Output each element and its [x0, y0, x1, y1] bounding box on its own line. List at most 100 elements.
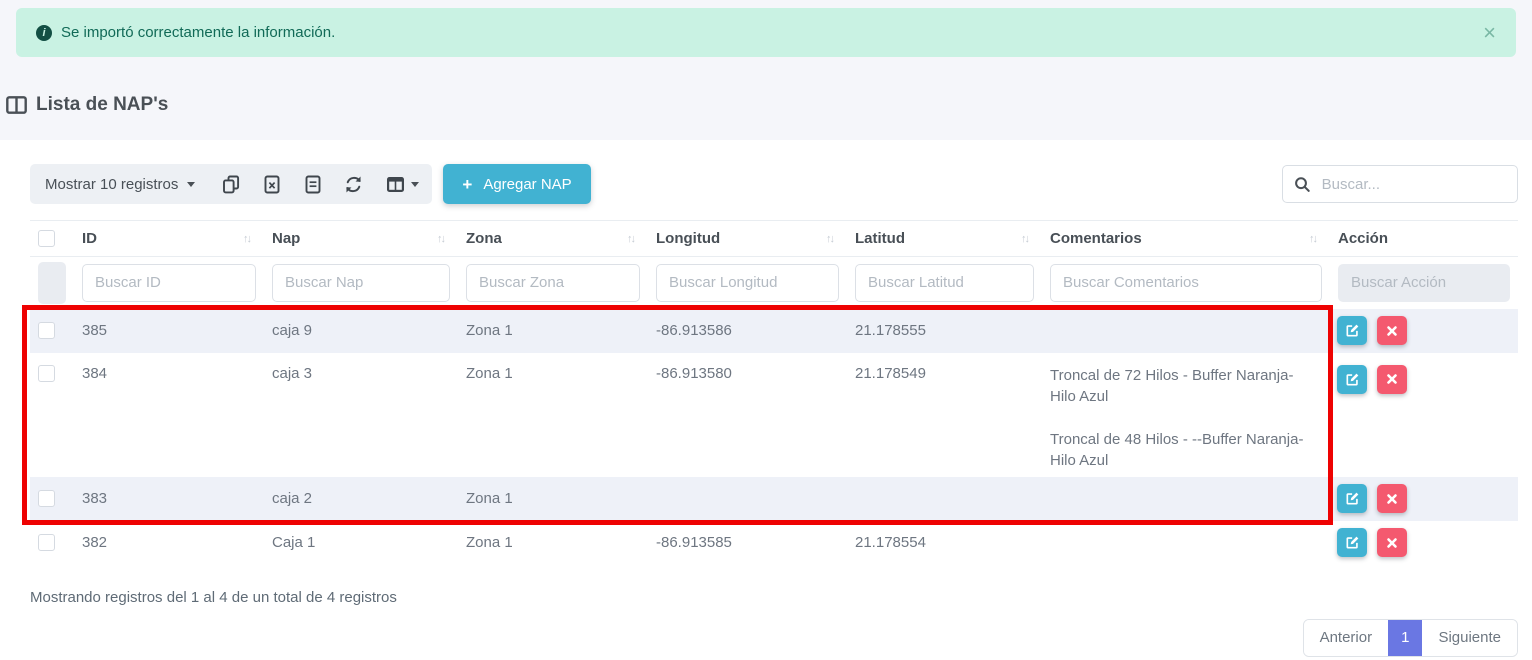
column-visibility-dropdown[interactable] [374, 164, 432, 204]
cell-zona: Zona 1 [458, 309, 648, 353]
header-nap[interactable]: Nap ↑↓ [264, 221, 458, 257]
delete-x-icon [1386, 537, 1398, 549]
pagination-next[interactable]: Siguiente [1422, 620, 1517, 656]
cell-longitud: -86.913580 [648, 353, 847, 477]
pagination-page-1[interactable]: 1 [1388, 620, 1422, 656]
edit-button[interactable] [1337, 528, 1367, 557]
edit-icon [1345, 535, 1360, 550]
edit-icon [1345, 323, 1360, 338]
cell-latitud: 21.178554 [847, 521, 1042, 565]
pagination-prev[interactable]: Anterior [1304, 620, 1389, 656]
toolbar: Mostrar 10 registros [30, 164, 1518, 204]
edit-icon [1345, 372, 1360, 387]
delete-button[interactable] [1377, 316, 1407, 345]
page-length-dropdown[interactable]: Mostrar 10 registros [30, 164, 210, 204]
select-all-checkbox[interactable] [38, 230, 55, 247]
cell-zona: Zona 1 [458, 477, 648, 521]
header-latitud[interactable]: Latitud ↑↓ [847, 221, 1042, 257]
alert-message: Se importó correctamente la información. [61, 24, 335, 41]
edit-button[interactable] [1337, 316, 1367, 345]
header-longitud[interactable]: Longitud ↑↓ [648, 221, 847, 257]
add-nap-button[interactable]: + Agregar NAP [443, 164, 590, 204]
filter-accion-input [1338, 264, 1510, 302]
cell-latitud [847, 477, 1042, 521]
delete-button[interactable] [1377, 528, 1407, 557]
page-title: Lista de NAP's [6, 90, 1532, 119]
cell-comentarios: Troncal de 72 Hilos - Buffer Naranja- Hi… [1042, 353, 1330, 477]
excel-export-button[interactable] [251, 164, 292, 204]
sort-icon: ↑↓ [243, 233, 250, 245]
add-nap-label: Agregar NAP [483, 176, 571, 193]
comment-line: Troncal de 72 Hilos - Buffer Naranja- Hi… [1050, 365, 1322, 407]
cell-accion [1330, 353, 1518, 477]
delete-button[interactable] [1377, 365, 1407, 394]
chevron-down-icon [411, 182, 419, 187]
cell-accion [1330, 477, 1518, 521]
info-circle-icon: i [36, 25, 52, 41]
records-summary: Mostrando registros del 1 al 4 de un tot… [30, 589, 1518, 606]
success-alert: i Se importó correctamente la informació… [16, 8, 1516, 57]
cell-nap: caja 2 [264, 477, 458, 521]
cell-comentarios [1042, 309, 1330, 353]
file-export-button[interactable] [292, 164, 333, 204]
select-all-header [30, 221, 74, 257]
delete-x-icon [1386, 325, 1398, 337]
row-checkbox[interactable] [38, 322, 55, 339]
info-icon-glyph: i [42, 27, 45, 39]
sort-icon: ↑↓ [437, 233, 444, 245]
cell-nap: Caja 1 [264, 521, 458, 565]
search-input[interactable] [1320, 175, 1506, 194]
row-checkbox[interactable] [38, 365, 55, 382]
table-header-row: ID ↑↓ Nap ↑↓ Zona ↑↓ Longitud ↑↓ Latitud… [30, 221, 1518, 257]
filter-nap-input[interactable] [272, 264, 450, 302]
pagination-row: Anterior 1 Siguiente [30, 619, 1518, 657]
filter-latitud-input[interactable] [855, 264, 1034, 302]
cell-longitud: -86.913586 [648, 309, 847, 353]
table-card: Mostrar 10 registros [0, 140, 1532, 660]
delete-x-icon [1386, 493, 1398, 505]
close-icon[interactable]: × [1483, 22, 1496, 44]
copy-button[interactable] [210, 164, 251, 204]
cell-nap: caja 3 [264, 353, 458, 477]
edit-button[interactable] [1337, 484, 1367, 513]
page-length-label: Mostrar 10 registros [45, 176, 178, 193]
row-checkbox[interactable] [38, 490, 55, 507]
copy-icon [222, 175, 240, 194]
filter-zona-input[interactable] [466, 264, 640, 302]
cell-latitud: 21.178555 [847, 309, 1042, 353]
magnifier-icon [1294, 175, 1311, 194]
header-accion: Acción [1330, 221, 1518, 257]
delete-button[interactable] [1377, 484, 1407, 513]
edit-button[interactable] [1337, 365, 1367, 394]
filter-blank-box [38, 262, 66, 304]
table-row: 383 caja 2 Zona 1 [30, 477, 1518, 521]
pagination: Anterior 1 Siguiente [1303, 619, 1518, 657]
global-search [1282, 165, 1518, 203]
plus-icon: + [462, 176, 472, 193]
page: i Se importó correctamente la informació… [0, 0, 1532, 660]
sort-icon: ↑↓ [1309, 233, 1316, 245]
file-icon [305, 175, 321, 194]
refresh-button[interactable] [333, 164, 374, 204]
header-zona[interactable]: Zona ↑↓ [458, 221, 648, 257]
comment-line: Troncal de 48 Hilos - --Buffer Naranja- … [1050, 429, 1322, 471]
header-id[interactable]: ID ↑↓ [74, 221, 264, 257]
cell-comentarios [1042, 521, 1330, 565]
table-row: 385 caja 9 Zona 1 -86.913586 21.178555 [30, 309, 1518, 353]
cell-zona: Zona 1 [458, 353, 648, 477]
row-checkbox[interactable] [38, 534, 55, 551]
delete-x-icon [1386, 373, 1398, 385]
filter-comentarios-input[interactable] [1050, 264, 1322, 302]
excel-icon [264, 175, 280, 194]
header-comentarios[interactable]: Comentarios ↑↓ [1042, 221, 1330, 257]
cell-latitud: 21.178549 [847, 353, 1042, 477]
sort-icon: ↑↓ [826, 233, 833, 245]
cell-accion [1330, 521, 1518, 565]
cell-longitud: -86.913585 [648, 521, 847, 565]
sort-icon: ↑↓ [1021, 233, 1028, 245]
filter-id-input[interactable] [82, 264, 256, 302]
filter-longitud-input[interactable] [656, 264, 839, 302]
cell-longitud [648, 477, 847, 521]
table-icon [6, 96, 27, 114]
refresh-icon [344, 175, 363, 194]
